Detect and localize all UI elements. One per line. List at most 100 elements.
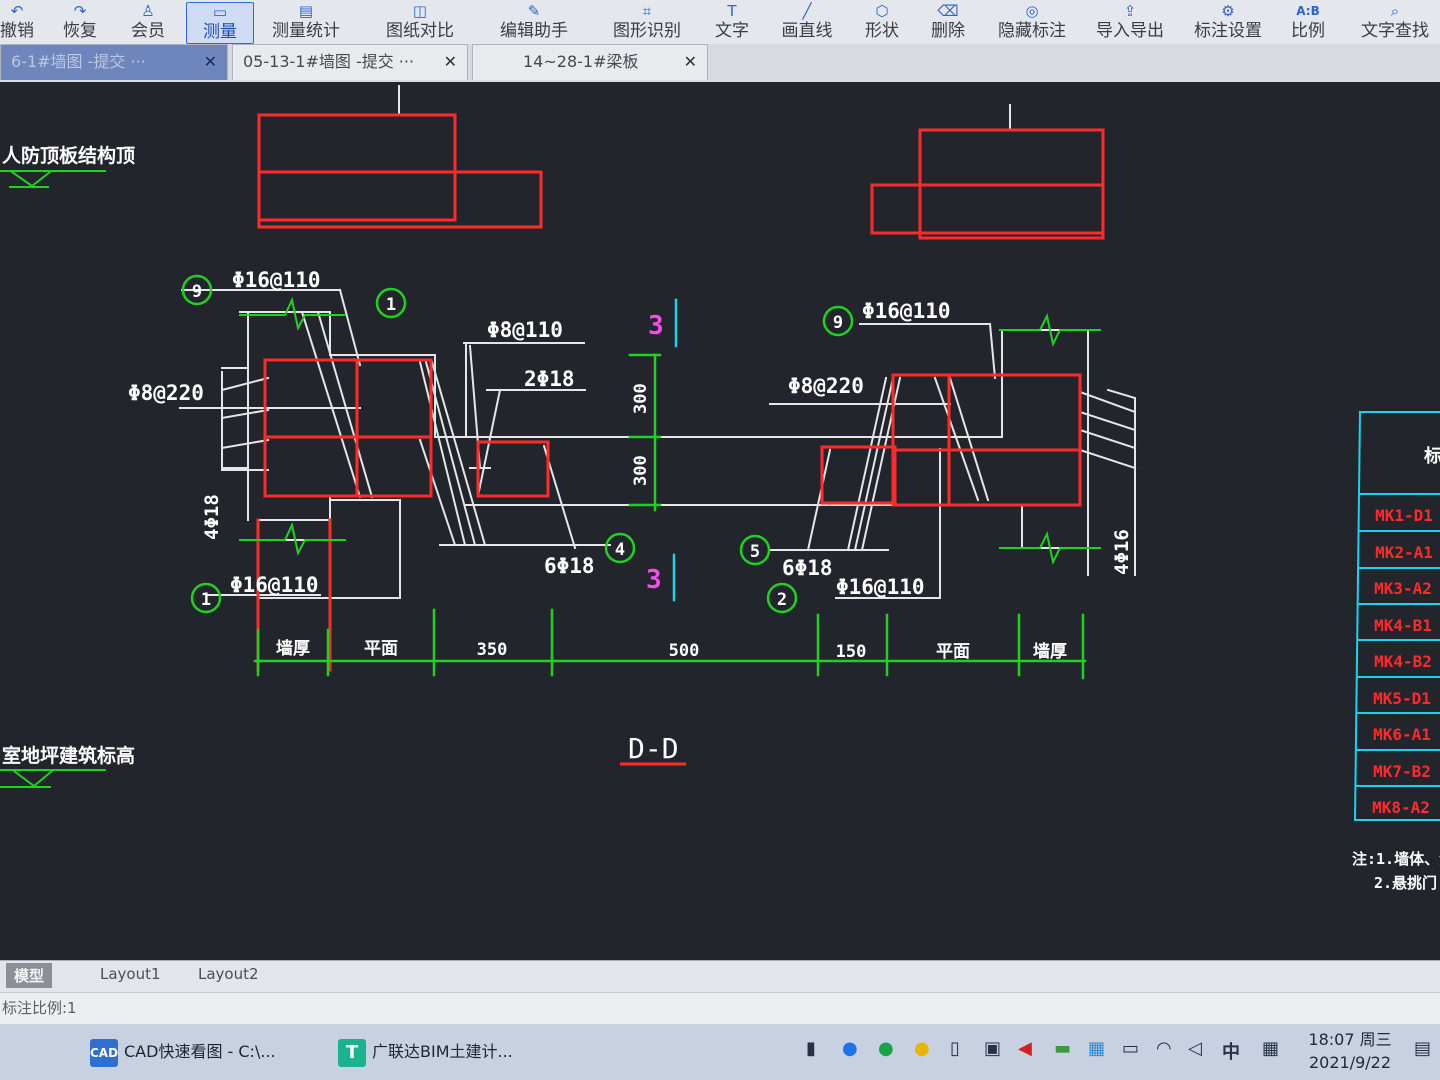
system-clock[interactable]: 18:07 周三 2021/9/22 — [1300, 1028, 1400, 1074]
display-icon[interactable]: ▣ — [984, 1038, 1001, 1059]
rebar-label: 6Φ18 — [544, 554, 595, 578]
rebar-label: Φ8@220 — [128, 381, 204, 405]
usb-icon[interactable]: ▯ — [950, 1038, 960, 1059]
eraser-icon: ⌫ — [937, 2, 959, 20]
note-line: 2.悬挑门 — [1374, 874, 1437, 892]
redo-button[interactable]: ↷ 恢复 — [58, 2, 102, 42]
stats-icon: ▤ — [298, 2, 314, 20]
update-icon[interactable]: ▦ — [1088, 1038, 1105, 1059]
close-icon[interactable]: ✕ — [444, 45, 457, 79]
section-title: D-D — [628, 732, 679, 765]
close-icon[interactable]: ✕ — [204, 45, 217, 79]
text-icon: T — [727, 2, 737, 20]
level-label-top: 人防顶板结构顶 — [2, 144, 135, 167]
compare-icon: ◫ — [412, 2, 428, 20]
app-tray-icon[interactable]: ● — [914, 1038, 930, 1059]
shape-recognize-button[interactable]: ⌗ 图形识别 — [606, 2, 688, 42]
member-icon: ♙ — [141, 2, 155, 20]
member-button[interactable]: ♙ 会员 — [126, 2, 170, 42]
tab-label: 6-1#墙图 -提交 ··· — [11, 52, 146, 71]
tab-layout2[interactable]: Layout2 — [198, 965, 259, 983]
flag-icon[interactable]: ◀ — [1018, 1038, 1032, 1059]
delete-button[interactable]: ⌫ 删除 — [926, 2, 970, 42]
ime-indicator[interactable]: 中 — [1222, 1038, 1240, 1064]
edit-icon: ✎ — [527, 2, 541, 20]
line-icon: ╱ — [802, 2, 812, 20]
browser-icon[interactable]: ● — [842, 1038, 858, 1059]
tab-label: 14~28-1#梁板 — [523, 52, 639, 71]
import-export-button[interactable]: ⇪ 导入导出 — [1092, 2, 1168, 42]
note-line: 注:1.墙体、洞口 — [1352, 850, 1440, 868]
tab-layout1[interactable]: Layout1 — [100, 965, 161, 983]
table-cell: MK4-B1 — [1374, 616, 1432, 635]
scale-icon: A:B — [1296, 4, 1320, 18]
edit-helper-button[interactable]: ✎ 编辑助手 — [494, 2, 574, 42]
callout-number: 9 — [192, 282, 202, 302]
keyboard-icon[interactable]: ▭ — [1122, 1038, 1139, 1059]
table-header: 标 — [1423, 445, 1440, 467]
level-label-bottom: 室地坪建筑标高 — [2, 744, 135, 767]
wechat-icon[interactable]: ● — [878, 1038, 894, 1059]
shape-icon: ⬡ — [875, 2, 889, 20]
tab-drawing-1[interactable]: 6-1#墙图 -提交 ··· ✕ — [0, 44, 228, 80]
rebar-label: 2Φ18 — [524, 367, 575, 391]
section-mark-bottom: 3 — [646, 565, 662, 595]
clock-time: 18:07 周三 — [1308, 1030, 1392, 1049]
shape-button[interactable]: ⬡ 形状 — [860, 2, 904, 42]
text-search-button[interactable]: ⌕ 文字查找 — [1358, 2, 1432, 42]
battery-icon[interactable]: ▮ — [806, 1038, 816, 1059]
taskbar-app-label: 广联达BIM土建计... — [372, 1042, 513, 1061]
table-cell: MK4-B2 — [1374, 652, 1432, 671]
hide-annotation-button[interactable]: ◎ 隐藏标注 — [992, 2, 1072, 42]
nvidia-icon[interactable]: ▬ — [1054, 1038, 1071, 1059]
table-cell: MK3-A2 — [1374, 579, 1432, 598]
status-bar: 标注比例:1 — [0, 992, 1440, 1024]
notification-icon[interactable]: ▤ — [1414, 1038, 1431, 1059]
close-icon[interactable]: ✕ — [684, 45, 697, 79]
taskbar-app-cad[interactable]: CAD CAD快速看图 - C:\... — [90, 1032, 276, 1072]
ribbon-toolbar: ↶ 撤销 ↷ 恢复 ♙ 会员 ▭ 测量 ▤ 测量统计 ◫ 图纸对比 ✎ 编辑助手 ⌗ 图形识别 … — [0, 0, 1440, 45]
input-grid-icon[interactable]: ▦ — [1262, 1038, 1279, 1059]
taskbar-app-label: CAD快速看图 - C:\... — [124, 1042, 276, 1061]
dimension-text: 墙厚 — [1033, 641, 1067, 662]
cad-app-icon: CAD — [90, 1038, 118, 1067]
clock-date: 2021/9/22 — [1308, 1053, 1392, 1072]
undo-button[interactable]: ↶ 撤销 — [0, 2, 34, 42]
tab-drawing-2[interactable]: 05-13-1#墙图 -提交 ··· ✕ — [232, 44, 468, 80]
recognize-icon: ⌗ — [642, 2, 652, 20]
rebar-label: Φ16@110 — [836, 575, 925, 599]
draw-line-button[interactable]: ╱ 画直线 — [776, 2, 838, 42]
table-cell: MK5-D1 — [1373, 689, 1431, 708]
search-icon: ⌕ — [1390, 2, 1400, 20]
compare-button[interactable]: ◫ 图纸对比 — [380, 2, 460, 42]
dimension-text: 300 — [631, 455, 651, 486]
wifi-icon[interactable]: ◠ — [1156, 1038, 1172, 1059]
volume-icon[interactable]: ◁ — [1188, 1038, 1202, 1059]
windows-taskbar: CAD CAD快速看图 - C:\... T 广联达BIM土建计... ▮ ● ● … — [0, 1024, 1440, 1080]
scale-button[interactable]: A:B 比例 — [1286, 2, 1330, 42]
text-button[interactable]: T 文字 — [710, 2, 754, 42]
redo-icon: ↷ — [73, 2, 87, 20]
document-tabs: 6-1#墙图 -提交 ··· ✕ 05-13-1#墙图 -提交 ··· ✕ 14… — [0, 44, 1440, 82]
taskbar-app-glodon[interactable]: T 广联达BIM土建计... — [338, 1032, 513, 1072]
tab-label: 05-13-1#墙图 -提交 ··· — [243, 52, 415, 71]
rebar-label: Φ8@110 — [487, 318, 563, 342]
table-cell: MK2-A1 — [1375, 543, 1433, 562]
measure-stats-button[interactable]: ▤ 测量统计 — [266, 2, 346, 42]
rebar-label: Φ8@220 — [788, 374, 864, 398]
table-cell: MK8-A2 — [1372, 798, 1430, 817]
rebar-label: 6Φ18 — [782, 556, 833, 580]
rebar-label: Φ16@110 — [230, 573, 319, 597]
rebar-label: Φ16@110 — [232, 268, 321, 292]
callout-number: 2 — [777, 590, 787, 610]
dimension-text: 平面 — [364, 639, 398, 659]
tab-model[interactable]: 模型 — [6, 963, 53, 988]
tab-drawing-3[interactable]: 14~28-1#梁板 ✕ — [472, 44, 708, 80]
annotation-settings-button[interactable]: ⚙ 标注设置 — [1190, 2, 1266, 42]
cad-drawing-canvas[interactable]: 人防顶板结构顶 室地坪建筑标高 Φ16@110 Φ16@110 Φ8@220 4… — [0, 82, 1440, 960]
table-cell: MK6-A1 — [1373, 725, 1431, 744]
measure-button[interactable]: ▭ 测量 — [186, 2, 254, 44]
rebar-label: Φ16@110 — [862, 299, 951, 323]
dimension-text: 150 — [836, 642, 867, 662]
callout-number: 5 — [750, 542, 760, 562]
